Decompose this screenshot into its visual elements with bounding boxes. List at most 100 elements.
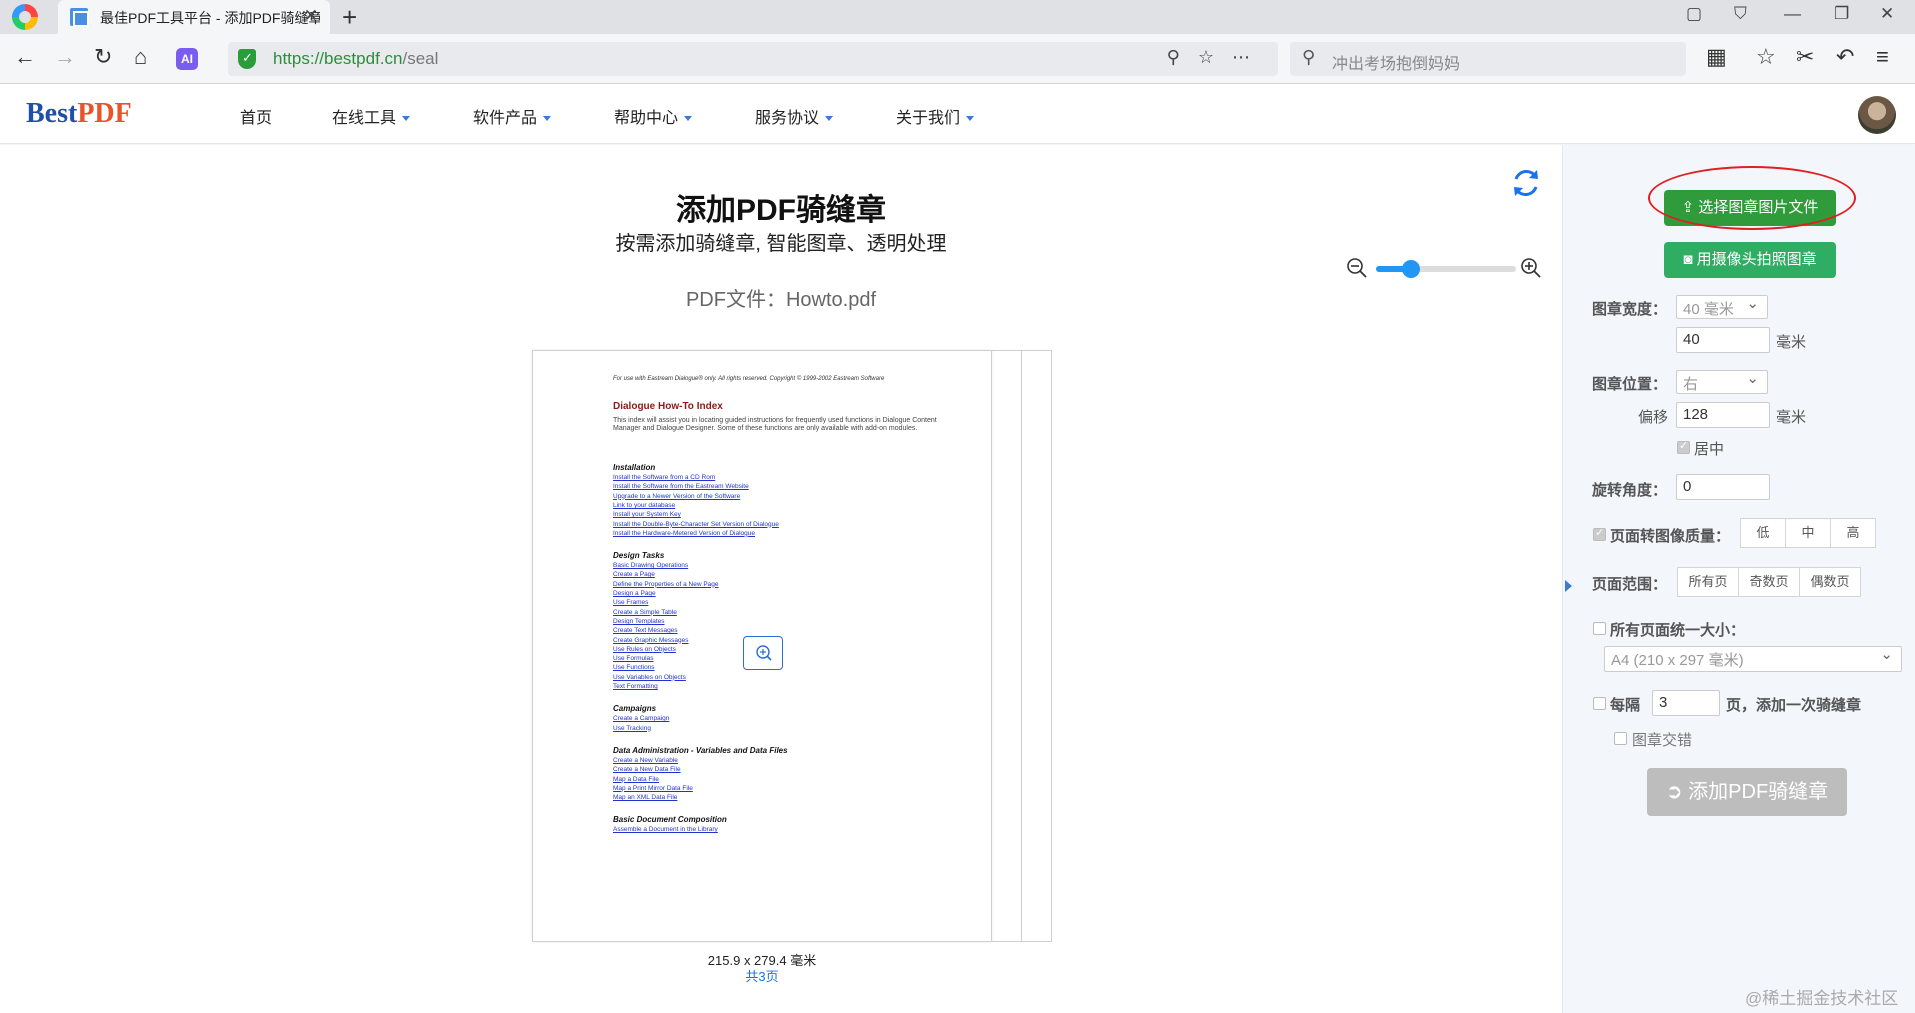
- user-avatar[interactable]: [1858, 96, 1896, 134]
- doc-link[interactable]: Upgrade to a Newer Version of the Softwa…: [613, 493, 740, 500]
- magnify-page-button[interactable]: [743, 636, 783, 670]
- doc-link[interactable]: Use Functions: [613, 664, 655, 671]
- apps-grid-icon[interactable]: ▦: [1706, 44, 1727, 70]
- seal-width-input[interactable]: 40: [1676, 327, 1770, 353]
- quality-checkbox[interactable]: [1593, 526, 1606, 541]
- zoom-slider-handle[interactable]: [1402, 260, 1420, 278]
- zoom-page-icon[interactable]: ⚲: [1167, 47, 1198, 67]
- refresh-icon[interactable]: [1508, 165, 1544, 201]
- zoom-out-icon[interactable]: [1346, 257, 1368, 279]
- doc-link[interactable]: Use Rules on Objects: [613, 646, 676, 653]
- every-label: 每隔: [1610, 697, 1641, 714]
- nav-software-products[interactable]: 软件产品: [473, 104, 552, 128]
- doc-link[interactable]: Install your System Key: [613, 511, 681, 518]
- zoom-in-icon[interactable]: [1520, 257, 1542, 279]
- page-count-label[interactable]: 共3页: [532, 966, 992, 985]
- doc-link[interactable]: Create a Page: [613, 571, 655, 578]
- home-icon[interactable]: ⌂: [134, 44, 147, 70]
- button-label: 用摄像头拍照图章: [1696, 251, 1817, 268]
- camera-seal-button[interactable]: ◙ 用摄像头拍照图章: [1664, 242, 1836, 278]
- doc-link[interactable]: Create a New Variable: [613, 757, 678, 764]
- doc-link[interactable]: Install the Software from a CD Rom: [613, 474, 715, 481]
- close-tab-icon[interactable]: ✕: [304, 6, 318, 26]
- collapse-panel-icon[interactable]: [1565, 580, 1572, 592]
- tab-list-icon[interactable]: ▢: [1686, 4, 1702, 24]
- forward-icon[interactable]: →: [54, 44, 76, 70]
- browser-search-input[interactable]: ⚲ 冲出考场抱倒妈妈: [1290, 42, 1686, 76]
- new-tab-icon[interactable]: +: [342, 2, 357, 33]
- reload-icon[interactable]: ↻: [94, 44, 112, 70]
- uniform-size-checkbox[interactable]: [1593, 622, 1606, 635]
- quality-low-option[interactable]: 低: [1740, 518, 1786, 548]
- close-window-icon[interactable]: ✕: [1880, 4, 1894, 24]
- url-field[interactable]: https://bestpdf.cn/seal ⚲☆⋯: [228, 42, 1278, 76]
- doc-link[interactable]: Use Formulas: [613, 655, 653, 662]
- button-label: 添加PDF骑缝章: [1688, 781, 1829, 803]
- seal-position-select[interactable]: 右: [1676, 369, 1768, 394]
- doc-link[interactable]: Create Text Messages: [613, 627, 678, 634]
- nav-label: 软件产品: [473, 110, 538, 127]
- nav-online-tools[interactable]: 在线工具: [332, 104, 411, 128]
- doc-link[interactable]: Define the Properties of a New Page: [613, 581, 719, 588]
- doc-link[interactable]: Use Frames: [613, 599, 648, 606]
- doc-link[interactable]: Assemble a Document in the Library: [613, 826, 718, 833]
- nav-about-us[interactable]: 关于我们: [896, 104, 975, 128]
- range-all-option[interactable]: 所有页: [1677, 567, 1739, 597]
- doc-link[interactable]: Map a Print Mirror Data File: [613, 785, 693, 792]
- doc-link[interactable]: Basic Drawing Operations: [613, 562, 688, 569]
- nav-help-center[interactable]: 帮助中心: [614, 104, 693, 128]
- center-checkbox[interactable]: [1677, 439, 1690, 454]
- shirt-icon[interactable]: ⛉: [1734, 4, 1747, 24]
- every-n-input[interactable]: 3: [1652, 690, 1720, 716]
- stagger-label: 图章交错: [1632, 732, 1693, 749]
- doc-link[interactable]: Link to your database: [613, 502, 675, 509]
- quality-label: 页面转图像质量：: [1610, 528, 1731, 545]
- stagger-checkbox[interactable]: [1614, 732, 1627, 745]
- add-seal-submit-button[interactable]: ➲ 添加PDF骑缝章: [1647, 768, 1847, 816]
- more-icon[interactable]: ⋯: [1232, 47, 1268, 67]
- bookmark-star-icon[interactable]: ☆: [1198, 47, 1232, 67]
- doc-link[interactable]: Create Graphic Messages: [613, 637, 689, 644]
- pdf-page[interactable]: For use with Eastream Dialogue® only. Al…: [532, 350, 992, 942]
- doc-link[interactable]: Create a Simple Table: [613, 609, 677, 616]
- zoom-slider[interactable]: [1376, 260, 1516, 278]
- offset-input[interactable]: 128: [1676, 402, 1770, 428]
- back-icon[interactable]: ←: [14, 44, 36, 70]
- doc-link[interactable]: Use Variables on Objects: [613, 674, 686, 681]
- undo-icon[interactable]: ↶: [1836, 44, 1854, 70]
- range-even-option[interactable]: 偶数页: [1799, 567, 1861, 597]
- doc-link[interactable]: Install the Double-Byte-Character Set Ve…: [613, 521, 779, 528]
- doc-link[interactable]: Install the Hardware-Metered Version of …: [613, 530, 755, 537]
- seal-width-select[interactable]: 40 毫米: [1676, 294, 1768, 319]
- doc-link[interactable]: Design a Page: [613, 590, 656, 597]
- ai-assistant-icon[interactable]: AI: [176, 48, 198, 70]
- favorites-icon[interactable]: ☆: [1756, 44, 1776, 70]
- restore-icon[interactable]: ❐: [1834, 4, 1849, 24]
- rotation-input[interactable]: 0: [1676, 474, 1770, 500]
- logo-best-text: Best: [26, 98, 78, 129]
- doc-link[interactable]: Text Formatting: [613, 683, 658, 690]
- nav-service-agreement[interactable]: 服务协议: [755, 104, 834, 128]
- doc-section-heading: Campaigns: [613, 704, 657, 714]
- doc-link[interactable]: Create a Campaign: [613, 715, 669, 722]
- doc-link[interactable]: Install the Software from the Eastream W…: [613, 483, 749, 490]
- menu-icon[interactable]: ≡: [1876, 44, 1889, 70]
- doc-link[interactable]: Map a Data File: [613, 776, 659, 783]
- range-odd-option[interactable]: 奇数页: [1738, 567, 1800, 597]
- uniform-size-select[interactable]: A4 (210 x 297 毫米): [1604, 645, 1902, 672]
- quality-high-option[interactable]: 高: [1830, 518, 1876, 548]
- file-name-label: PDF文件：Howto.pdf: [685, 289, 877, 311]
- site-logo[interactable]: BestPDF: [26, 98, 132, 130]
- doc-link[interactable]: Use Tracking: [613, 725, 651, 732]
- browser-tab[interactable]: 最佳PDF工具平台 - 添加PDF骑缝章 ✕: [58, 0, 330, 34]
- site-header: BestPDF 首页 在线工具 软件产品 帮助中心 服务协议 关于我们: [0, 84, 1915, 144]
- doc-link[interactable]: Design Templates: [613, 618, 665, 625]
- quality-medium-option[interactable]: 中: [1785, 518, 1831, 548]
- doc-link[interactable]: Create a New Data File: [613, 766, 681, 773]
- every-n-pages-checkbox[interactable]: [1593, 697, 1606, 710]
- scissors-icon[interactable]: ✂: [1796, 44, 1814, 70]
- caret-down-icon: [966, 116, 975, 122]
- nav-home[interactable]: 首页: [240, 104, 272, 128]
- doc-link[interactable]: Map an XML Data File: [613, 794, 677, 801]
- minimize-icon[interactable]: —: [1784, 4, 1801, 24]
